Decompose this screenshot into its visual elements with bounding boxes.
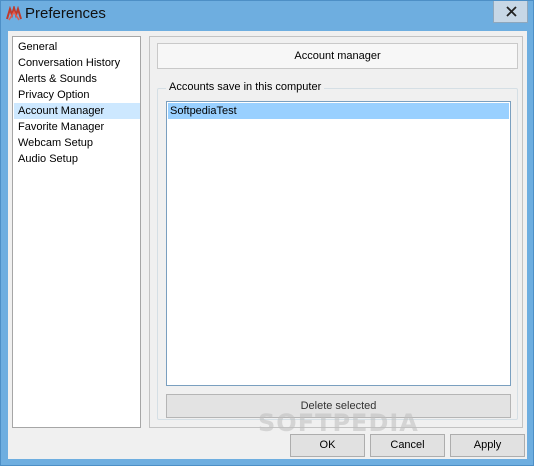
title-bar[interactable]: Preferences bbox=[1, 1, 533, 29]
account-manager-header-button[interactable]: Account manager bbox=[157, 43, 518, 69]
sidebar-item-conversation-history[interactable]: Conversation History bbox=[14, 55, 140, 71]
dialog-body: General Conversation History Alerts & So… bbox=[8, 31, 527, 459]
sidebar-item-audio-setup[interactable]: Audio Setup bbox=[14, 151, 140, 167]
ok-button[interactable]: OK bbox=[290, 434, 365, 457]
account-row[interactable]: SoftpediaTest bbox=[168, 103, 509, 119]
close-icon bbox=[506, 6, 517, 17]
sidebar-item-webcam-setup[interactable]: Webcam Setup bbox=[14, 135, 140, 151]
accounts-list[interactable]: SoftpediaTest bbox=[166, 101, 511, 386]
preferences-window: Preferences General Conversation History… bbox=[0, 0, 534, 466]
sidebar-item-privacy-option[interactable]: Privacy Option bbox=[14, 87, 140, 103]
sidebar-item-account-manager[interactable]: Account Manager bbox=[14, 103, 140, 119]
sidebar-item-favorite-manager[interactable]: Favorite Manager bbox=[14, 119, 140, 135]
cancel-button[interactable]: Cancel bbox=[370, 434, 445, 457]
accounts-groupbox: Accounts save in this computer Softpedia… bbox=[157, 81, 518, 420]
sidebar-item-alerts-sounds[interactable]: Alerts & Sounds bbox=[14, 71, 140, 87]
accounts-group-label: Accounts save in this computer bbox=[166, 81, 325, 93]
close-button[interactable] bbox=[493, 1, 528, 23]
apply-button[interactable]: Apply bbox=[450, 434, 525, 457]
app-logo-icon bbox=[6, 4, 22, 22]
category-list[interactable]: General Conversation History Alerts & So… bbox=[12, 36, 141, 428]
delete-selected-button[interactable]: Delete selected bbox=[166, 394, 511, 418]
account-manager-panel: Account manager Accounts save in this co… bbox=[149, 36, 523, 428]
window-title: Preferences bbox=[25, 5, 106, 22]
sidebar-item-general[interactable]: General bbox=[14, 39, 140, 55]
